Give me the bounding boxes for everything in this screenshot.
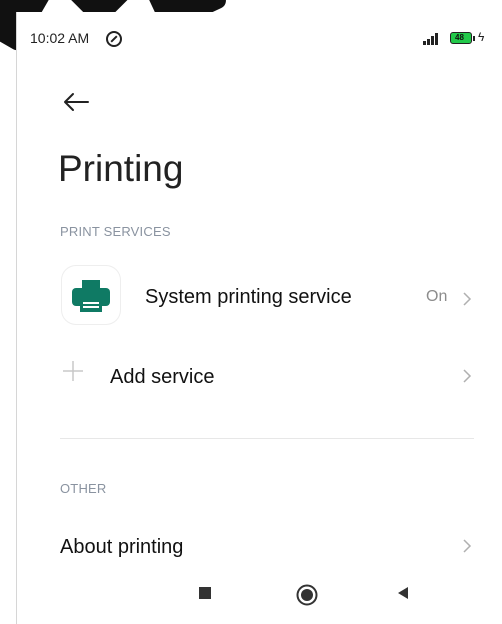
charging-icon: ϟ (478, 30, 485, 44)
status-time: 10:02 AM (30, 30, 90, 46)
service-status: On (426, 288, 448, 305)
back-arrow-icon[interactable] (62, 92, 90, 112)
recents-button[interactable] (198, 586, 212, 600)
battery-icon: 48 (450, 32, 475, 44)
navigation-bar (0, 572, 502, 612)
printer-app-icon (62, 266, 120, 324)
about-printing-label: About printing (60, 536, 184, 558)
battery-level: 48 (455, 33, 464, 42)
do-not-disturb-icon (106, 31, 122, 47)
section-label-print-services: PRINT SERVICES (60, 224, 171, 239)
plus-icon (63, 361, 83, 381)
add-service-label: Add service (110, 366, 215, 388)
chevron-right-icon (463, 369, 472, 383)
chevron-right-icon (463, 539, 472, 553)
status-bar: 10:02 AM 48 ϟ (30, 30, 484, 50)
back-button[interactable] (396, 586, 410, 600)
system-printing-service-label: System printing service (145, 286, 352, 308)
section-label-other: OTHER (60, 481, 107, 496)
chevron-right-icon (463, 292, 472, 306)
printer-icon (72, 280, 110, 312)
page-title: Printing (58, 148, 184, 189)
signal-icon (423, 32, 441, 45)
home-button[interactable] (296, 584, 318, 606)
divider (60, 438, 474, 439)
